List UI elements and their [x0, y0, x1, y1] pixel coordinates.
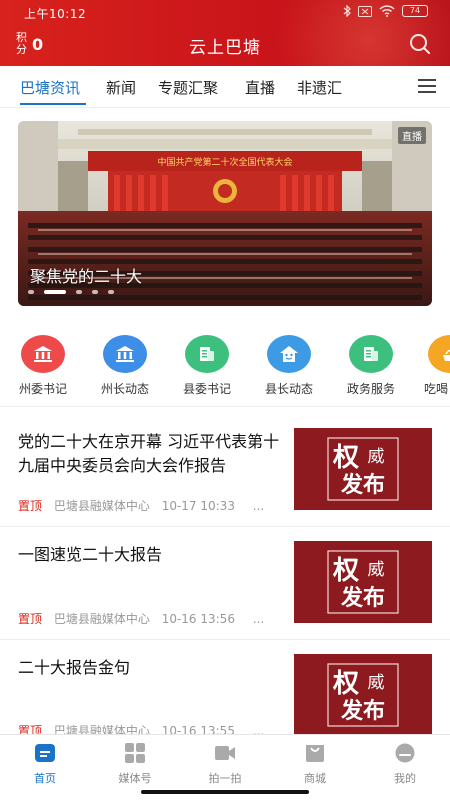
hall-banner-text: 中国共产党第二十次全国代表大会 [157, 156, 292, 168]
authoritative-release-thumbnail: 权 威 发布 [294, 428, 432, 510]
nav-label: 我的 [394, 772, 416, 785]
quick-link-label: 县委书记 [182, 382, 231, 396]
nav-label: 首页 [34, 772, 56, 785]
news-time: 10-16 13:56 [161, 612, 235, 626]
quick-link-prefecture-governor[interactable]: 州长动态 [85, 335, 165, 397]
carousel-dot[interactable] [76, 290, 82, 294]
thumb-char: 威 [368, 447, 385, 467]
thumb-text: 发布 [340, 472, 385, 498]
app-header: 上午10:12 74 积分 0 云上巴塘 [0, 0, 450, 66]
category-tabs: 巴塘资讯 新闻 专题汇聚 直播 非遗汇 [0, 66, 450, 108]
thumb-char: 权 [332, 443, 359, 473]
quick-link-food[interactable]: 吃喝 [410, 335, 450, 397]
news-time: 10-17 10:33 [161, 499, 235, 513]
government-building-icon [103, 335, 147, 373]
thumb-char: 威 [368, 560, 385, 580]
nav-snap[interactable]: 拍一拍 [180, 743, 270, 786]
tab-live[interactable]: 直播 [245, 77, 275, 98]
news-source: 巴塘县融媒体中心 [53, 499, 150, 513]
government-building-icon [21, 335, 65, 373]
bluetooth-icon [343, 5, 351, 17]
shopping-bag-icon [306, 745, 324, 762]
nav-home[interactable]: 首页 [0, 743, 90, 786]
thumb-char: 权 [332, 556, 359, 586]
live-badge: 直播 [398, 127, 426, 144]
wifi-icon [379, 5, 395, 17]
carousel-dot[interactable] [28, 290, 34, 294]
status-icons: 74 [343, 5, 428, 17]
news-title: 一图速览二十大报告 [18, 545, 163, 564]
quick-links: 州委书记 州长动态 县委书记 县长动态 政务服务 吃喝 [0, 335, 450, 405]
news-source: 巴塘县融媒体中心 [53, 612, 150, 626]
home-icon [35, 744, 55, 762]
status-time: 上午10:12 [24, 7, 87, 21]
banner-caption: 聚焦党的二十大 [30, 267, 143, 286]
video-camera-icon [215, 746, 235, 760]
document-icon [349, 335, 393, 373]
nav-label: 媒体号 [118, 772, 152, 785]
thumb-text: 发布 [340, 585, 385, 611]
pinned-tag: 置顶 [18, 612, 43, 626]
person-house-icon [267, 335, 311, 373]
quick-link-label: 政务服务 [346, 382, 395, 396]
no-sim-icon [358, 5, 372, 17]
more-icon[interactable]: ... [253, 499, 264, 513]
tab-heritage[interactable]: 非遗汇 [297, 77, 342, 98]
tab-topics[interactable]: 专题汇聚 [158, 77, 218, 98]
tab-batang-news[interactable]: 巴塘资讯 [20, 77, 80, 98]
quick-link-label: 县长动态 [264, 382, 313, 396]
nav-mall[interactable]: 商城 [270, 743, 360, 786]
battery-icon: 74 [402, 5, 428, 17]
carousel-dot-active[interactable] [44, 290, 66, 294]
thumb-char: 威 [368, 673, 385, 693]
quick-link-county-governor[interactable]: 县长动态 [249, 335, 329, 397]
profile-icon [395, 743, 415, 763]
banner-carousel[interactable]: 中国共产党第二十次全国代表大会 直播 聚焦党的二十大 [18, 121, 432, 306]
quick-link-prefecture-secretary[interactable]: 州委书记 [3, 335, 83, 397]
app-title: 云上巴塘 [189, 38, 261, 58]
thumb-char: 权 [332, 669, 359, 699]
menu-icon[interactable] [418, 79, 436, 95]
quick-link-label: 州长动态 [100, 382, 149, 396]
food-icon [428, 335, 450, 373]
news-meta: 置顶 巴塘县融媒体中心 10-17 10:33 ... [18, 497, 264, 514]
document-icon [185, 335, 229, 373]
status-bar: 上午10:12 74 [0, 0, 450, 26]
nav-label: 商城 [304, 772, 326, 785]
tab-news[interactable]: 新闻 [106, 77, 136, 98]
authoritative-release-thumbnail: 权 威 发布 [294, 654, 432, 736]
quick-link-government-services[interactable]: 政务服务 [331, 335, 411, 397]
carousel-dot[interactable] [108, 290, 114, 294]
news-title: 党的二十大在京开幕 习近平代表第十九届中央委员会向大会作报告 [18, 432, 280, 475]
thumb-text: 发布 [340, 698, 385, 724]
quick-link-label: 吃喝 [424, 382, 449, 396]
grid-icon [125, 743, 145, 763]
quick-link-label: 州委书记 [18, 382, 67, 396]
section-divider [0, 406, 450, 407]
news-meta: 置顶 巴塘县融媒体中心 10-16 13:56 ... [18, 610, 264, 627]
app-screen: 上午10:12 74 积分 0 云上巴塘 巴塘资讯 新闻 专题汇聚 直播 非遗汇 [0, 0, 450, 800]
home-indicator[interactable] [141, 790, 309, 794]
nav-profile[interactable]: 我的 [360, 743, 450, 786]
nav-media-accounts[interactable]: 媒体号 [90, 743, 180, 786]
authoritative-release-thumbnail: 权 威 发布 [294, 541, 432, 623]
news-title: 二十大报告金句 [18, 658, 131, 677]
section-divider [0, 639, 450, 640]
nav-label: 拍一拍 [208, 772, 242, 785]
more-icon[interactable]: ... [253, 612, 264, 626]
pinned-tag: 置顶 [18, 499, 43, 513]
active-tab-indicator [20, 103, 86, 105]
quick-link-county-secretary[interactable]: 县委书记 [167, 335, 247, 397]
search-icon[interactable] [408, 32, 432, 56]
section-divider [0, 526, 450, 527]
carousel-dot[interactable] [92, 290, 98, 294]
